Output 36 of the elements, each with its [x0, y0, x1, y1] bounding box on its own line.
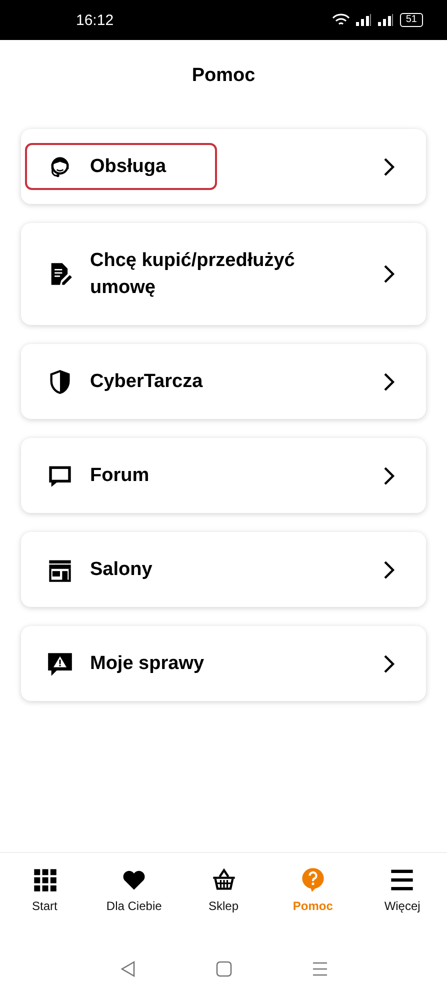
recents-icon[interactable]	[312, 962, 328, 976]
chevron-right-icon	[382, 264, 396, 284]
nav-tab[interactable]: Sklep	[178, 861, 268, 954]
chevron-right-icon	[382, 466, 396, 486]
page-title: Pomoc	[190, 64, 256, 88]
menu-card[interactable]: Obsługa	[21, 129, 426, 204]
menu-card[interactable]: CyberTarcza	[21, 344, 426, 419]
menu-label: Salony	[90, 558, 152, 582]
signal-icon	[378, 14, 394, 26]
home-icon[interactable]	[216, 961, 232, 977]
menu-card[interactable]: Salony	[21, 532, 426, 607]
signal-icon	[356, 14, 372, 26]
nav-tab[interactable]: Więcej	[358, 861, 447, 954]
menu-card[interactable]: Chcę kupić/przedłużyć umowę	[21, 223, 426, 325]
menu-label: CyberTarcza	[90, 370, 203, 394]
basket-icon	[210, 867, 237, 893]
help-bubble-icon	[300, 867, 326, 893]
menu-label: Forum	[90, 464, 150, 488]
nav-tab[interactable]: Start	[0, 861, 90, 954]
nav-tab[interactable]: Dla Ciebie	[89, 861, 179, 954]
wifi-icon	[332, 13, 350, 27]
menu-card[interactable]: Forum	[21, 438, 426, 513]
alert-bubble-icon	[47, 650, 73, 676]
chevron-right-icon	[382, 372, 396, 392]
menu-icon	[389, 867, 416, 893]
chevron-right-icon	[382, 654, 396, 674]
menu-label: Chcę kupić/przedłużyć umowę	[90, 249, 296, 300]
back-icon[interactable]	[120, 960, 136, 978]
menu-label: Obsługa	[90, 155, 166, 179]
grid-icon	[32, 867, 58, 893]
menu-label: Moje sprawy	[90, 652, 204, 676]
chevron-right-icon	[382, 560, 396, 580]
menu-card[interactable]: Moje sprawy	[21, 626, 426, 701]
chevron-right-icon	[382, 156, 396, 176]
battery-level: 51	[400, 13, 423, 27]
status-time: 16:12	[76, 12, 114, 28]
